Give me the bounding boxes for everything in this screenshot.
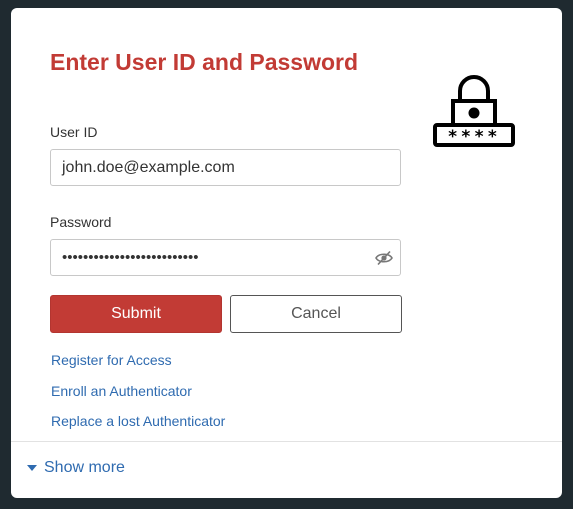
show-more-label: Show more — [44, 459, 125, 476]
padlock-password-icon: **** — [433, 75, 515, 147]
password-label: Password — [50, 214, 112, 230]
userid-input[interactable]: john.doe@example.com — [50, 149, 401, 186]
divider — [11, 441, 562, 442]
enroll-authenticator-link[interactable]: Enroll an Authenticator — [51, 383, 192, 399]
userid-value: john.doe@example.com — [62, 158, 235, 176]
userid-label: User ID — [50, 124, 98, 140]
masked-stars: **** — [448, 127, 501, 147]
show-more-toggle[interactable]: Show more — [27, 459, 125, 477]
cancel-button[interactable]: Cancel — [230, 295, 402, 333]
login-card: Enter User ID and Password **** User ID … — [11, 8, 562, 498]
password-masked-value: •••••••••••••••••••••••••• — [62, 249, 199, 266]
password-input[interactable]: •••••••••••••••••••••••••• — [50, 239, 401, 276]
register-link[interactable]: Register for Access — [51, 352, 172, 368]
page-title: Enter User ID and Password — [50, 49, 359, 75]
eye-slash-icon[interactable] — [375, 250, 393, 266]
caret-down-icon — [27, 465, 37, 471]
submit-button[interactable]: Submit — [50, 295, 222, 333]
replace-authenticator-link[interactable]: Replace a lost Authenticator — [51, 413, 225, 429]
